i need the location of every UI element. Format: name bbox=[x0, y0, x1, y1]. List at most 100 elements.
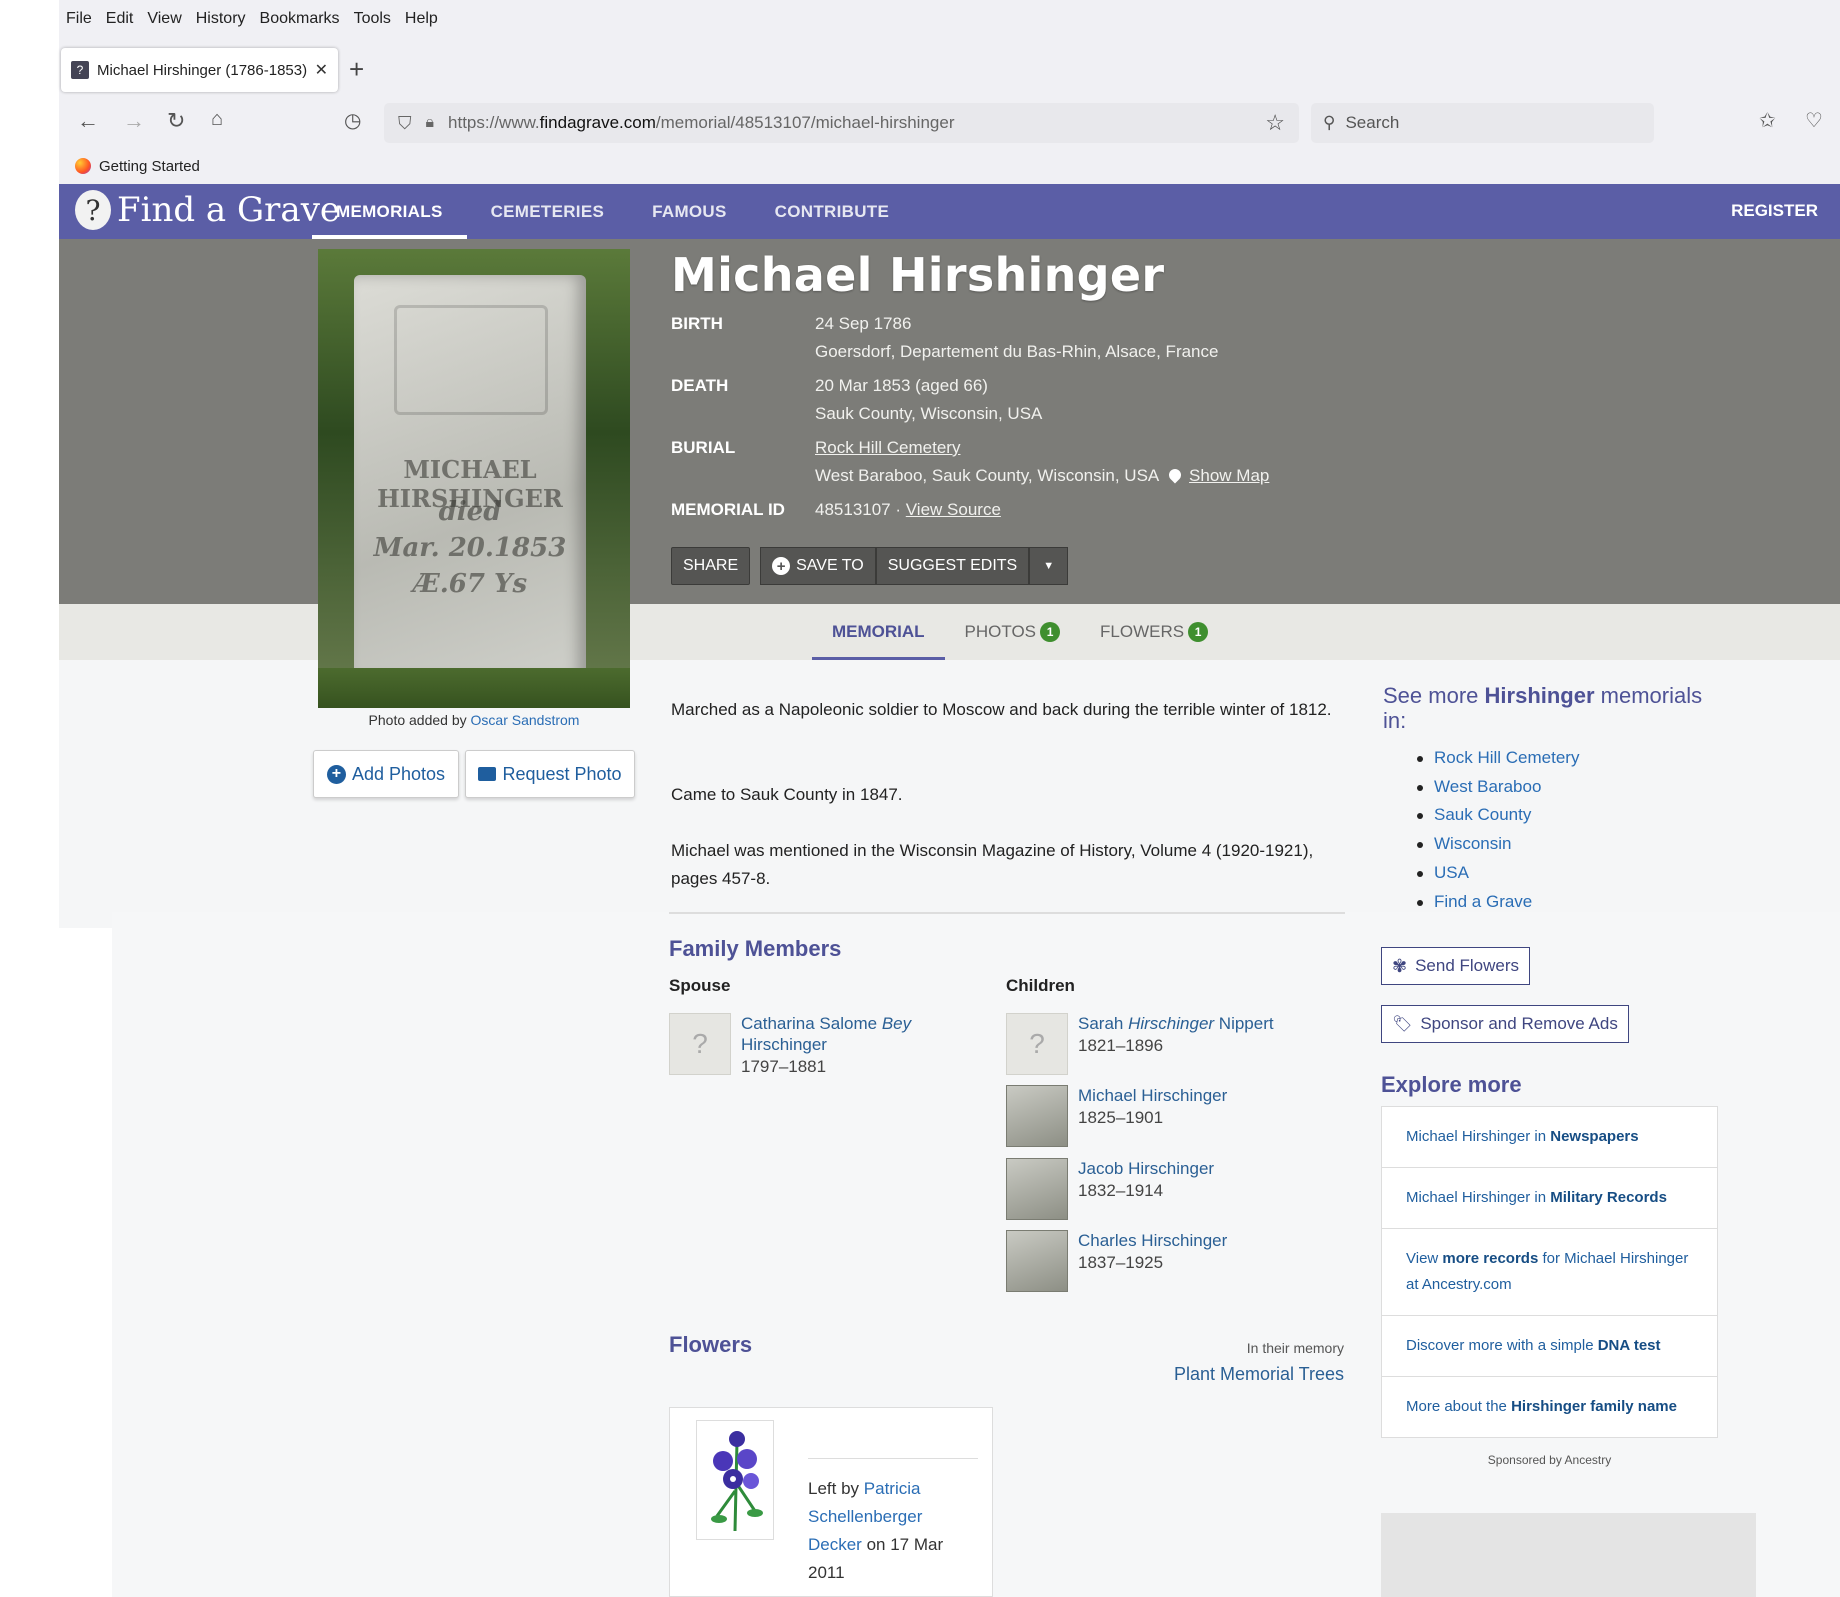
menu-tools[interactable]: Tools bbox=[354, 8, 391, 34]
shield-icon[interactable]: ⛉ bbox=[398, 113, 412, 134]
url-bar[interactable]: ⛉ 🔒︎ https://www.findagrave.com/memorial… bbox=[384, 103, 1299, 143]
firefox-icon bbox=[75, 158, 91, 174]
explore-military-link[interactable]: Michael Hirshinger in Military Records bbox=[1382, 1168, 1717, 1229]
sponsored-by: Sponsored by Ancestry bbox=[1487, 1453, 1612, 1467]
extensions-icon[interactable]: ✩ bbox=[1759, 108, 1776, 133]
explore-text: View bbox=[1406, 1250, 1443, 1267]
menu-help[interactable]: Help bbox=[405, 8, 438, 34]
home-icon[interactable]: ⌂ bbox=[211, 108, 223, 131]
birth-date: 24 Sep 1786 bbox=[815, 314, 912, 333]
nav-famous[interactable]: FAMOUS bbox=[628, 184, 751, 239]
menu-view[interactable]: View bbox=[147, 8, 181, 34]
add-photos-button[interactable]: + Add Photos bbox=[313, 750, 459, 798]
memorial-id-value: 48513107 · View Source bbox=[815, 496, 1001, 524]
child-card[interactable]: ? Sarah Hirschinger Nippert 1821–1896 bbox=[1006, 1013, 1274, 1075]
gravestone-thumbnail bbox=[1006, 1085, 1068, 1147]
child-card[interactable]: Michael Hirschinger 1825–1901 bbox=[1006, 1085, 1227, 1147]
explore-dna-link[interactable]: Discover more with a simple DNA test bbox=[1382, 1316, 1717, 1377]
history-icon[interactable]: ◷ bbox=[344, 108, 361, 133]
nav-cemeteries[interactable]: CEMETERIES bbox=[467, 184, 629, 239]
save-to-button[interactable]: + SAVE TO bbox=[760, 547, 876, 585]
caret-down-icon: ▼ bbox=[1043, 560, 1055, 572]
url-domain: findagrave.com bbox=[539, 113, 656, 132]
tab-flowers[interactable]: FLOWERS 1 bbox=[1080, 604, 1228, 660]
bookmark-star-icon[interactable]: ☆ bbox=[1265, 110, 1285, 136]
menu-file[interactable]: File bbox=[66, 8, 92, 34]
child-years: 1821–1896 bbox=[1078, 1036, 1164, 1055]
child-card[interactable]: Jacob Hirschinger 1832–1914 bbox=[1006, 1158, 1214, 1220]
photo-author-link[interactable]: Oscar Sandstrom bbox=[471, 712, 580, 728]
explore-bold: Newspapers bbox=[1550, 1128, 1639, 1145]
close-tab-icon[interactable]: ✕ bbox=[315, 60, 328, 80]
menu-history[interactable]: History bbox=[196, 8, 246, 34]
site-header: ? Find a Grave MEMORIALS CEMETERIES FAMO… bbox=[59, 184, 1840, 239]
child-name[interactable]: Sarah Hirschinger Nippert bbox=[1078, 1013, 1274, 1034]
child-years: 1825–1901 bbox=[1078, 1108, 1164, 1127]
lock-icon[interactable]: 🔒︎ bbox=[426, 114, 435, 132]
burial-cemetery-link[interactable]: Rock Hill Cemetery bbox=[815, 438, 960, 457]
location-link[interactable]: West Baraboo bbox=[1417, 773, 1579, 802]
flower-icon bbox=[711, 1431, 763, 1532]
site-logo[interactable]: ? Find a Grave bbox=[75, 190, 340, 230]
show-map-link[interactable]: Show Map bbox=[1189, 466, 1269, 485]
ad-placeholder bbox=[1381, 1513, 1756, 1597]
browser-search-input[interactable]: ⚲ Search bbox=[1311, 103, 1654, 143]
see-more-prefix: See more bbox=[1383, 683, 1479, 708]
child-name[interactable]: Michael Hirschinger bbox=[1078, 1085, 1227, 1106]
tab-photos[interactable]: PHOTOS 1 bbox=[945, 604, 1080, 660]
child-card[interactable]: Charles Hirschinger 1837–1925 bbox=[1006, 1230, 1227, 1292]
nav-memorials[interactable]: MEMORIALS bbox=[312, 184, 467, 239]
burial-label: BURIAL bbox=[671, 438, 736, 457]
explore-more-records-link[interactable]: View more records for Michael Hirshinger… bbox=[1382, 1229, 1717, 1316]
burial-place: West Baraboo, Sauk County, Wisconsin, US… bbox=[815, 466, 1159, 485]
flowers-count-badge: 1 bbox=[1188, 622, 1209, 642]
spouse-first: Catharina Salome bbox=[741, 1014, 882, 1033]
child-name[interactable]: Charles Hirschinger bbox=[1078, 1230, 1227, 1251]
spouse-last: Hirschinger bbox=[741, 1035, 827, 1054]
reload-icon[interactable]: ↻ bbox=[167, 108, 185, 134]
spouse-name[interactable]: Catharina Salome Bey Hirschinger bbox=[741, 1013, 931, 1055]
suggest-edits-button[interactable]: SUGGEST EDITS bbox=[875, 547, 1030, 585]
gravestone: MICHAEL HIRSHINGER died Mar. 20.1853 Æ.6… bbox=[354, 275, 586, 680]
nav-contribute[interactable]: CONTRIBUTE bbox=[751, 184, 913, 239]
more-actions-button[interactable]: ▼ bbox=[1029, 547, 1069, 585]
child-maiden: Hirschinger bbox=[1128, 1014, 1215, 1033]
save-to-label: SAVE TO bbox=[796, 557, 864, 574]
gravestone-photo[interactable]: MICHAEL HIRSHINGER died Mar. 20.1853 Æ.6… bbox=[318, 249, 630, 708]
tab-title: Michael Hirshinger (1786-1853) bbox=[97, 61, 307, 79]
plant-memorial-trees-link[interactable]: Plant Memorial Trees bbox=[1174, 1364, 1344, 1385]
tab-memorial[interactable]: MEMORIAL bbox=[812, 604, 945, 660]
explore-family-name-link[interactable]: More about the Hirshinger family name bbox=[1382, 1377, 1717, 1437]
pocket-icon[interactable]: ♡ bbox=[1805, 108, 1823, 133]
bookmark-getting-started[interactable]: Getting Started bbox=[99, 158, 200, 175]
no-photo-icon: ? bbox=[669, 1013, 731, 1075]
back-icon[interactable]: ← bbox=[77, 108, 99, 134]
menu-edit[interactable]: Edit bbox=[106, 8, 134, 34]
stone-inscription-age: Æ.67 Ys bbox=[412, 569, 528, 599]
location-link[interactable]: Rock Hill Cemetery bbox=[1417, 744, 1579, 773]
view-source-link[interactable]: View Source bbox=[906, 500, 1001, 519]
new-tab-icon[interactable]: + bbox=[349, 54, 364, 85]
flower-image[interactable] bbox=[696, 1420, 774, 1540]
menu-bookmarks[interactable]: Bookmarks bbox=[260, 8, 340, 34]
forward-icon[interactable]: → bbox=[123, 108, 145, 134]
browser-tab[interactable]: ? Michael Hirshinger (1786-1853) ✕ bbox=[61, 48, 338, 92]
child-name[interactable]: Jacob Hirschinger bbox=[1078, 1158, 1214, 1179]
register-link[interactable]: REGISTER bbox=[1731, 201, 1818, 221]
sponsor-remove-ads-button[interactable]: 🏷︎ Sponsor and Remove Ads bbox=[1381, 1005, 1629, 1043]
gravestone-thumbnail bbox=[1006, 1158, 1068, 1220]
location-link[interactable]: USA bbox=[1417, 859, 1579, 888]
spouse-maiden: Bey bbox=[881, 1014, 912, 1033]
child-years: 1832–1914 bbox=[1078, 1181, 1164, 1200]
flowers-title: Flowers bbox=[669, 1332, 753, 1357]
location-link[interactable]: Sauk County bbox=[1417, 801, 1579, 830]
spouse-card[interactable]: ? Catharina Salome Bey Hirschinger 1797–… bbox=[669, 1013, 931, 1079]
request-photo-button[interactable]: Request Photo bbox=[465, 750, 635, 798]
child-years: 1837–1925 bbox=[1078, 1253, 1164, 1272]
explore-bold: more records bbox=[1442, 1250, 1539, 1267]
location-link[interactable]: Find a Grave bbox=[1417, 888, 1579, 917]
location-link[interactable]: Wisconsin bbox=[1417, 830, 1579, 859]
explore-newspapers-link[interactable]: Michael Hirshinger in Newspapers bbox=[1382, 1107, 1717, 1168]
send-flowers-button[interactable]: ✾ Send Flowers bbox=[1381, 947, 1531, 985]
share-button[interactable]: SHARE bbox=[671, 547, 751, 585]
